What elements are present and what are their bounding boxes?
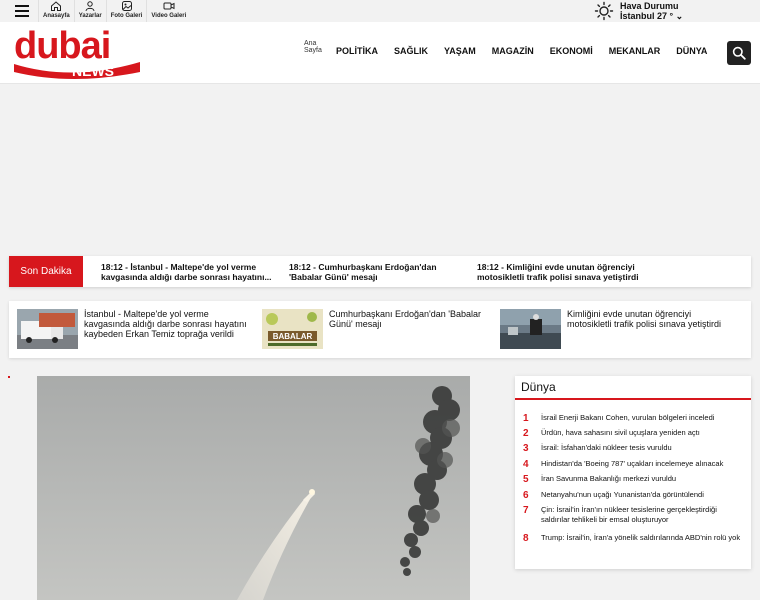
featured-title: İstanbul - Maltepe'de yol verme kavgasın…	[84, 309, 247, 339]
quick-nav-authors[interactable]: Yazarlar	[73, 0, 106, 22]
menu-item-politika[interactable]: POLİTİKA	[336, 46, 378, 56]
sun-icon	[594, 1, 614, 21]
sidebar-news-item[interactable]: 7 Çin: İsrail'in İran'ın nükleer tesisler…	[523, 505, 741, 525]
photo-icon	[121, 1, 132, 11]
main-menu: Ana Sayfa POLİTİKA SAĞLIK YAŞAM MAGAZİN …	[304, 40, 723, 62]
site-header: dubai NEWS Ana Sayfa POLİTİKA SAĞLIK YAŞ…	[0, 22, 760, 84]
quick-nav-label: Yazarlar	[78, 13, 102, 19]
featured-title: Kimliğini evde unutan öğrenciyi motosikl…	[567, 309, 722, 329]
featured-item[interactable]: Kimliğini evde unutan öğrenciyi motosikl…	[500, 309, 737, 349]
chevron-down-icon: ⌄	[675, 11, 684, 21]
home-icon	[51, 1, 62, 11]
weather-city-temp: İstanbul 27 ° ⌄	[620, 11, 684, 21]
sidebar-news-item[interactable]: 6 Netanyahu'nun uçağı Yunanistan'da görün…	[523, 490, 741, 501]
headline-image[interactable]	[37, 376, 470, 600]
world-news-sidebar: Dünya 1 İsrail Enerji Bakanı Cohen, vurul…	[515, 376, 751, 569]
featured-thumbnail	[17, 309, 78, 349]
featured-thumbnail	[500, 309, 561, 349]
missile-photo	[37, 376, 470, 600]
thumbnail-text: BABALAR	[273, 332, 313, 341]
sidebar-news-item[interactable]: 3 İsrail: İsfahan'daki nükleer tesis vuru…	[523, 443, 741, 454]
menu-item-saglik[interactable]: SAĞLIK	[394, 46, 428, 56]
breaking-news-item[interactable]: 18:12 - İstanbul - Maltepe'de yol verme …	[101, 262, 276, 282]
menu-item-yasam[interactable]: YAŞAM	[444, 46, 476, 56]
sidebar-divider	[515, 398, 751, 400]
sidebar-news-item[interactable]: 2 Ürdün, hava sahasını sivil uçuşlara yen…	[523, 428, 741, 439]
quick-nav-video-gallery[interactable]: Video Galeri	[146, 0, 190, 22]
top-bar: Anasayfa Yazarlar Foto Galeri Video Gale…	[0, 0, 760, 22]
search-icon	[732, 46, 746, 60]
menu-item-ekonomi[interactable]: EKONOMİ	[550, 46, 593, 56]
weather-widget[interactable]: Hava Durumu İstanbul 27 ° ⌄	[594, 0, 683, 22]
decorative-mark	[8, 376, 10, 378]
home-image-link[interactable]: Ana Sayfa	[304, 40, 326, 62]
video-icon	[163, 2, 175, 10]
breaking-news-bar: Son Dakika 18:12 - İstanbul - Maltepe'de…	[9, 256, 751, 287]
featured-news-strip: İstanbul - Maltepe'de yol verme kavgasın…	[9, 301, 751, 358]
featured-thumbnail: BABALAR	[262, 309, 323, 349]
breaking-news-item[interactable]: 18:12 - Cumhurbaşkanı Erdoğan'dan 'Babal…	[289, 262, 459, 282]
quick-nav-photo-gallery[interactable]: Foto Galeri	[105, 0, 147, 22]
sidebar-news-item[interactable]: 4 Hindistan'da 'Boeing 787' uçakları ince…	[523, 459, 741, 470]
sidebar-title: Dünya	[521, 380, 556, 394]
logo-word-bottom: NEWS	[72, 63, 114, 79]
ad-space	[0, 85, 760, 253]
site-logo[interactable]: dubai NEWS	[12, 28, 142, 80]
menu-icon[interactable]	[8, 2, 36, 20]
sidebar-news-item[interactable]: 1 İsrail Enerji Bakanı Cohen, vurulan böl…	[523, 413, 741, 424]
sidebar-news-item[interactable]: 8 Trump: İsrail'in, İran'a yönelik saldır…	[523, 533, 741, 544]
breaking-news-item[interactable]: 18:12 - Kimliğini evde unutan öğrenciyi …	[477, 262, 657, 282]
sidebar-news-item[interactable]: 5 İran Savunma Bakanlığı merkezi vuruldu	[523, 474, 741, 485]
menu-item-magazin[interactable]: MAGAZİN	[492, 46, 534, 56]
menu-item-dunya[interactable]: DÜNYA	[676, 46, 707, 56]
search-button[interactable]	[727, 41, 751, 65]
featured-title: Cumhurbaşkanı Erdoğan'dan 'Babalar Günü'…	[329, 309, 482, 329]
featured-item[interactable]: İstanbul - Maltepe'de yol verme kavgasın…	[17, 309, 254, 349]
quick-nav-label: Foto Galeri	[110, 13, 143, 19]
breaking-news-label: Son Dakika	[9, 256, 83, 287]
quick-nav-label: Anasayfa	[43, 13, 70, 19]
quick-nav-label: Video Galeri	[151, 13, 187, 19]
quick-nav-home[interactable]: Anasayfa	[38, 0, 74, 22]
menu-item-mekanlar[interactable]: MEKANLAR	[609, 46, 661, 56]
weather-title: Hava Durumu	[620, 1, 679, 11]
logo-word-top: dubai	[14, 28, 110, 67]
featured-item[interactable]: BABALAR Cumhurbaşkanı Erdoğan'dan 'Babal…	[262, 309, 499, 349]
user-icon	[85, 1, 95, 12]
quick-nav: Anasayfa Yazarlar Foto Galeri Video Gale…	[38, 0, 190, 22]
